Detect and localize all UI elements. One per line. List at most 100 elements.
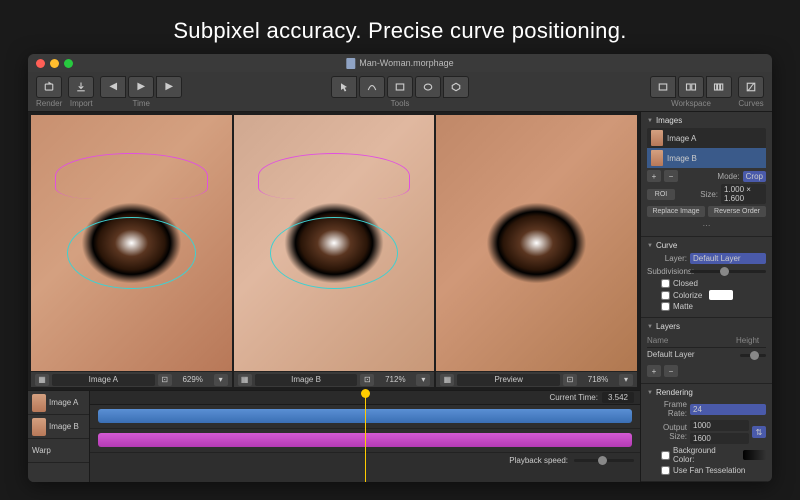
- import-label: Import: [70, 99, 93, 108]
- layer-popup[interactable]: Default Layer: [690, 253, 766, 264]
- vp-a-label[interactable]: Image A: [52, 374, 155, 386]
- tool-rect[interactable]: [387, 76, 413, 98]
- roi-button[interactable]: ROI: [647, 189, 675, 200]
- vp-c-fit-button[interactable]: ⊡: [563, 374, 577, 386]
- remove-layer-button[interactable]: −: [664, 365, 678, 377]
- vp-c-zoom-menu[interactable]: ▾: [619, 374, 633, 386]
- mode-popup[interactable]: Crop: [743, 171, 766, 182]
- more-icon[interactable]: ⋯: [647, 219, 766, 232]
- matte-check[interactable]: Matte: [647, 302, 766, 311]
- vp-b-label[interactable]: Image B: [255, 374, 358, 386]
- images-list: Image A Image B: [647, 128, 766, 168]
- subdiv-label: Subdivisions:: [647, 267, 687, 276]
- track-image-b[interactable]: Image B: [28, 415, 89, 439]
- minimize-window-button[interactable]: [50, 59, 59, 68]
- reverse-order-button[interactable]: Reverse Order: [708, 206, 766, 217]
- curves-label: Curves: [738, 99, 763, 108]
- replace-image-button[interactable]: Replace Image: [647, 206, 705, 217]
- inspector: Images Image A Image B + − Mode:: [640, 112, 772, 482]
- toolbar: Render Import ◀ ▶ ▶ Time Tools: [28, 72, 772, 112]
- rendering-header[interactable]: Rendering: [647, 388, 766, 397]
- vp-a-fit-button[interactable]: ⊡: [158, 374, 172, 386]
- eye-curve-b[interactable]: [270, 217, 398, 289]
- time-play-button[interactable]: ▶: [128, 76, 154, 98]
- render-label: Render: [36, 99, 62, 108]
- bgcolor-swatch[interactable]: [743, 450, 766, 460]
- thumb-a: [651, 130, 663, 146]
- viewport-preview[interactable]: ▦ Preview ⊡ 718% ▾: [436, 115, 637, 387]
- vp-b-zoom[interactable]: 712%: [377, 375, 413, 384]
- viewport-image-b[interactable]: ▦ Image B ⊡ 712% ▾: [234, 115, 435, 387]
- vp-c-mode-button[interactable]: ▦: [440, 374, 454, 386]
- eyebrow-curve-b[interactable]: [258, 153, 411, 199]
- vp-b-zoom-menu[interactable]: ▾: [416, 374, 430, 386]
- images-header[interactable]: Images: [647, 116, 766, 125]
- vp-a-zoom-menu[interactable]: ▾: [214, 374, 228, 386]
- workspace-label: Workspace: [671, 99, 711, 108]
- layer-height-slider[interactable]: [740, 354, 766, 357]
- layers-header[interactable]: Layers: [647, 322, 766, 331]
- framerate-popup[interactable]: 24: [690, 404, 766, 415]
- output-w[interactable]: 1000: [690, 420, 749, 431]
- colorize-swatch[interactable]: [709, 290, 733, 300]
- workspace-3-button[interactable]: [706, 76, 732, 98]
- app-window: Man-Woman.morphage Render Import ◀ ▶ ▶ T…: [28, 54, 772, 482]
- closed-check[interactable]: Closed: [647, 279, 766, 288]
- output-label: Output Size:: [647, 423, 687, 441]
- subdiv-slider[interactable]: [690, 270, 766, 273]
- image-list-item-b[interactable]: Image B: [647, 148, 766, 168]
- size-label: Size:: [678, 190, 718, 199]
- image-list-item-a[interactable]: Image A: [647, 128, 766, 148]
- track-image-a[interactable]: Image A: [28, 391, 89, 415]
- eyebrow-curve[interactable]: [55, 153, 208, 199]
- viewports: ▦ Image A ⊡ 629% ▾ ▦ Image B: [28, 112, 640, 390]
- remove-image-button[interactable]: −: [664, 170, 678, 182]
- playhead[interactable]: [365, 391, 366, 482]
- import-button[interactable]: [68, 76, 94, 98]
- time-prev-button[interactable]: ◀: [100, 76, 126, 98]
- size-value: 1.000 × 1.600: [721, 184, 766, 204]
- add-layer-button[interactable]: +: [647, 365, 661, 377]
- track-thumb-a: [32, 394, 46, 412]
- timeline-track-labels: Image A Image B Warp: [28, 391, 90, 482]
- vp-b-fit-button[interactable]: ⊡: [360, 374, 374, 386]
- output-h[interactable]: 1600: [690, 433, 749, 444]
- workspace-1-button[interactable]: [650, 76, 676, 98]
- add-image-button[interactable]: +: [647, 170, 661, 182]
- framerate-label: Frame Rate:: [647, 400, 687, 418]
- tool-curve[interactable]: [359, 76, 385, 98]
- zoom-window-button[interactable]: [64, 59, 73, 68]
- images-section: Images Image A Image B + − Mode:: [641, 112, 772, 237]
- vp-b-mode-button[interactable]: ▦: [238, 374, 252, 386]
- playback-speed-slider[interactable]: [574, 459, 634, 462]
- layer-row[interactable]: Default Layer: [647, 348, 766, 363]
- current-time-label: Current Time:: [550, 393, 598, 402]
- close-window-button[interactable]: [36, 59, 45, 68]
- viewport-image-a[interactable]: ▦ Image A ⊡ 629% ▾: [31, 115, 232, 387]
- workspace-2-button[interactable]: [678, 76, 704, 98]
- track-warp[interactable]: Warp: [28, 439, 89, 463]
- vp-c-zoom[interactable]: 718%: [580, 375, 616, 384]
- current-time-value[interactable]: 3.542: [602, 392, 634, 403]
- colorize-check[interactable]: Colorize: [647, 290, 766, 300]
- vp-a-zoom[interactable]: 629%: [175, 375, 211, 384]
- tools-label: Tools: [391, 99, 410, 108]
- render-button[interactable]: [36, 76, 62, 98]
- tool-ellipse[interactable]: [415, 76, 441, 98]
- time-next-button[interactable]: ▶: [156, 76, 182, 98]
- layer-label: Layer:: [647, 254, 687, 263]
- eye-curve[interactable]: [67, 217, 195, 289]
- hero-tagline: Subpixel accuracy. Precise curve positio…: [0, 0, 800, 54]
- fan-check[interactable]: Use Fan Tesselation: [647, 466, 766, 475]
- vp-c-label[interactable]: Preview: [457, 374, 560, 386]
- tool-mask[interactable]: [443, 76, 469, 98]
- titlebar: Man-Woman.morphage: [28, 54, 772, 72]
- curve-header[interactable]: Curve: [647, 241, 766, 250]
- vp-a-mode-button[interactable]: ▦: [35, 374, 49, 386]
- bgcolor-check[interactable]: Background Color:: [647, 446, 766, 464]
- link-icon[interactable]: ⇅: [752, 426, 766, 438]
- tool-pointer[interactable]: [331, 76, 357, 98]
- curves-panel-button[interactable]: [738, 76, 764, 98]
- thumb-b: [651, 150, 663, 166]
- track-thumb-b: [32, 418, 46, 436]
